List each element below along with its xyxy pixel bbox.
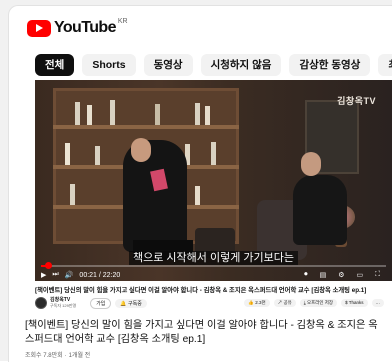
play-icon[interactable]: ▶ <box>41 271 46 279</box>
channel-avatar[interactable] <box>35 297 47 309</box>
subtitle-text: 책으로 시작해서 이렇게 가기보다는 <box>129 251 298 265</box>
book <box>110 100 115 125</box>
view-count: 조회수 7.8만회 <box>25 353 63 359</box>
progress-scrubber[interactable] <box>44 262 52 269</box>
next-icon[interactable]: ⏭ <box>52 271 58 279</box>
subscribed-button[interactable]: 🔔 구독중 <box>115 298 147 308</box>
book <box>75 102 80 125</box>
book <box>70 184 75 205</box>
filter-chips: 전체 Shorts 동영상 시청하지 않음 감상한 동영상 최근에 업로드 <box>35 54 392 76</box>
book <box>95 146 100 165</box>
subtitle-caption: 책으로 시작해서 이렇게 가기보다는 <box>35 248 392 266</box>
book <box>155 104 160 125</box>
join-button[interactable]: 가입 <box>90 297 112 309</box>
book <box>195 103 200 125</box>
book <box>211 142 216 165</box>
channel-info: 김창옥TV 구독자 129만명 <box>50 298 77 309</box>
player-controls: ▶ ⏭ 🔊 00:21 / 22:20 ⏺ ▤ ⚙ ▭ ⛶ <box>41 270 386 280</box>
thanks-label: Thanks <box>348 300 364 305</box>
country-code: KR <box>117 18 128 25</box>
chip-recently-uploaded[interactable]: 최근에 업로드 <box>378 54 392 76</box>
chip-all[interactable]: 전체 <box>35 54 75 76</box>
theater-mode-icon[interactable]: ▭ <box>356 271 363 279</box>
video-meta: 조회수 7.8만회 · 1개월 전 <box>25 350 90 359</box>
book <box>65 143 70 165</box>
masthead: YouTube KR <box>27 18 128 40</box>
share-button[interactable]: ↗ 공유 <box>273 299 296 307</box>
meta-separator: · <box>64 353 67 359</box>
chip-watched[interactable]: 감상한 동영상 <box>289 54 371 76</box>
book <box>205 106 210 125</box>
book <box>195 186 200 205</box>
like-count: 2.3천 <box>255 300 266 305</box>
subscribed-label: 구독중 <box>128 300 142 307</box>
video-title-small: [책이벤트] 당신의 말이 힘을 가지고 싶다면 이걸 알아야 합니다 - 김창… <box>35 287 367 294</box>
fullscreen-icon[interactable]: ⛶ <box>375 271 380 279</box>
download-button[interactable]: ⤓ 오프라인 저장 <box>299 299 338 307</box>
book <box>87 105 92 125</box>
video-title[interactable]: [책이벤트] 당신의 말이 힘을 가지고 싶다면 이걸 알아야 합니다 - 김창… <box>25 319 385 347</box>
subtitles-icon[interactable]: ▤ <box>320 271 327 279</box>
video-actions: 👍 2.3천 ↗ 공유 ⤓ 오프라인 저장 $ Thanks … <box>244 299 392 307</box>
speaker-left-head <box>131 138 151 162</box>
like-button[interactable]: 👍 2.3천 <box>244 299 270 307</box>
video-player[interactable]: 김창옥TV 책으로 시작해서 이렇게 가기보다는 ▶ ⏭ 🔊 00:21 / 2… <box>35 80 392 281</box>
progress-bar[interactable] <box>41 262 386 269</box>
more-actions-icon[interactable]: … <box>371 299 384 307</box>
channel-watermark: 김창옥TV <box>337 96 376 106</box>
thanks-button[interactable]: $ Thanks <box>341 299 368 307</box>
settings-icon[interactable]: ⚙ <box>338 271 344 279</box>
download-label: 오프라인 저장 <box>306 300 334 305</box>
channel-row: 김창옥TV 구독자 129만명 가입 🔔 구독중 👍 2.3천 ↗ 공유 ⤓ 오… <box>35 296 392 310</box>
youtube-wordmark[interactable]: YouTube <box>54 19 116 37</box>
speaker-right <box>293 175 347 245</box>
volume-icon[interactable]: 🔊 <box>65 271 74 279</box>
chip-videos[interactable]: 동영상 <box>143 54 193 76</box>
chip-unwatched[interactable]: 시청하지 않음 <box>200 54 282 76</box>
upload-age: 1개월 전 <box>68 353 91 359</box>
bell-icon: 🔔 <box>120 300 129 307</box>
player-controls-right: ⏺ ▤ ⚙ ▭ ⛶ <box>304 271 386 279</box>
subscriber-count: 구독자 129만명 <box>50 303 77 308</box>
share-label: 공유 <box>283 300 292 305</box>
shelf-board <box>53 125 239 129</box>
time-display: 00:21 / 22:20 <box>79 271 121 279</box>
speaker-right-head <box>301 152 321 176</box>
autoplay-toggle-icon[interactable]: ⏺ <box>304 271 308 279</box>
youtube-logo-icon[interactable] <box>27 20 51 37</box>
chip-shorts[interactable]: Shorts <box>82 54 136 76</box>
